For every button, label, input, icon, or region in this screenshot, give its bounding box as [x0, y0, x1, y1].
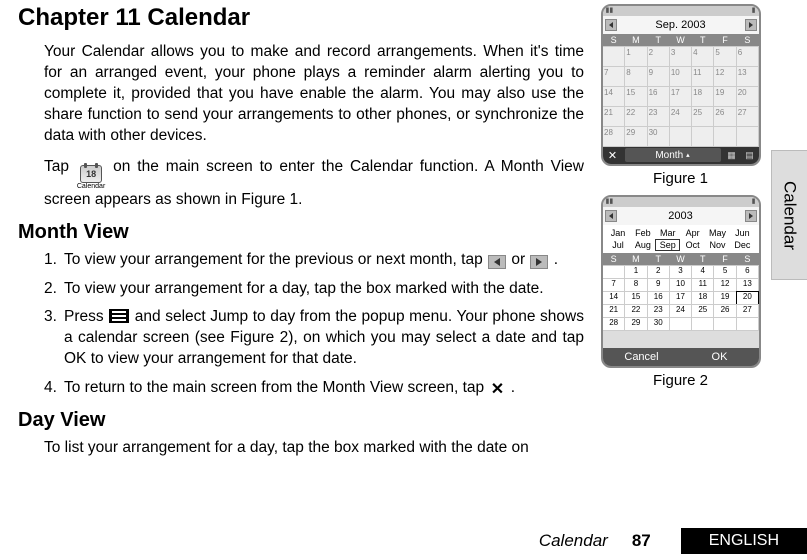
calendar-app-icon: 18 Calendar: [77, 165, 105, 190]
year-header-row: 2003: [603, 207, 759, 225]
figure-1-phone-mock: ▮▮▮ Sep. 2003 SMTWTFS 123456789101112131…: [601, 4, 761, 166]
next-month-button[interactable]: [745, 19, 757, 31]
text-fragment: .: [554, 251, 558, 268]
text-fragment: To view your arrangement for the previou…: [64, 251, 483, 268]
figure-2-phone-mock: ▮▮▮ 2003 JanFebMarAprMayJunJulAugSepOctN…: [601, 195, 761, 368]
list-item: 2. To view your arrangement for a day, t…: [44, 279, 584, 300]
text-fragment: Press: [64, 308, 104, 325]
intro-paragraph-2: Tap 18 Calendar on the main screen to en…: [44, 157, 584, 211]
ok-button[interactable]: OK: [681, 348, 759, 366]
text-fragment: on the main screen to enter the Calendar…: [44, 158, 584, 208]
figure-2-label: Figure 2: [596, 372, 765, 389]
prev-month-button[interactable]: [605, 19, 617, 31]
close-button[interactable]: ✕: [603, 149, 623, 162]
calendar-grid[interactable]: 1234567891011121314151617181920212223242…: [603, 265, 759, 330]
figure-1-label: Figure 1: [596, 170, 765, 187]
text-fragment: or: [511, 251, 525, 268]
section-month-view: Month View: [18, 221, 584, 244]
list-item: 3. Press and select Jump to day from the…: [44, 307, 584, 370]
chapter-title: Chapter 11 Calendar: [18, 4, 584, 32]
text-fragment: Tap: [44, 158, 69, 175]
phone-footer-buttons: Cancel OK: [603, 348, 759, 366]
month-selector-strip[interactable]: JanFebMarAprMayJunJulAugSepOctNovDec: [603, 225, 759, 253]
footer-icon[interactable]: ▤: [741, 150, 759, 161]
language-badge: ENGLISH: [681, 528, 807, 554]
cancel-button[interactable]: Cancel: [603, 348, 681, 366]
menu-icon: [109, 309, 129, 323]
text-fragment: and select Jump to day from the popup me…: [64, 308, 584, 367]
close-icon: ✕: [489, 382, 505, 398]
intro-paragraph-1: Your Calendar allows you to make and rec…: [44, 42, 584, 147]
tab-label: Calendar: [780, 181, 800, 250]
year-title: 2003: [668, 210, 692, 222]
side-tab-calendar: Calendar: [771, 150, 807, 280]
list-number: 3.: [44, 307, 64, 370]
page-footer: Calendar 87 ENGLISH: [0, 528, 807, 554]
calendar-icon-label: Calendar: [77, 183, 105, 190]
month-header-row: Sep. 2003: [603, 16, 759, 34]
prev-arrow-icon: [488, 255, 506, 269]
day-paragraph: To list your arrangement for a day, tap …: [44, 438, 584, 459]
calendar-icon: 18: [80, 165, 102, 183]
phone-footer: ✕ Month▴ ▦ ▤: [603, 146, 759, 164]
next-year-button[interactable]: [745, 210, 757, 222]
calendar-grid[interactable]: 1234567891011121314151617181920212223242…: [603, 46, 759, 146]
status-bar: ▮▮▮: [603, 197, 759, 207]
list-item: 1. To view your arrangement for the prev…: [44, 250, 584, 271]
weekday-header: SMTWTFS: [603, 34, 759, 46]
list-number: 1.: [44, 250, 64, 271]
list-item: 4. To return to the main screen from the…: [44, 378, 584, 399]
footer-section: Calendar: [539, 531, 608, 551]
list-number: 4.: [44, 378, 64, 399]
section-day-view: Day View: [18, 409, 584, 432]
page-number: 87: [632, 531, 651, 551]
footer-icon[interactable]: ▦: [723, 150, 741, 161]
text-fragment: To return to the main screen from the Mo…: [64, 379, 484, 396]
weekday-header: SMTWTFS: [603, 253, 759, 265]
next-arrow-icon: [530, 255, 548, 269]
status-bar: ▮▮▮: [603, 6, 759, 16]
text-fragment: To view your arrangement for a day, tap …: [64, 279, 584, 300]
list-number: 2.: [44, 279, 64, 300]
prev-year-button[interactable]: [605, 210, 617, 222]
spacer: [603, 330, 759, 348]
month-title: Sep. 2003: [655, 19, 705, 31]
view-selector[interactable]: Month▴: [625, 148, 721, 162]
text-fragment: .: [511, 379, 515, 396]
